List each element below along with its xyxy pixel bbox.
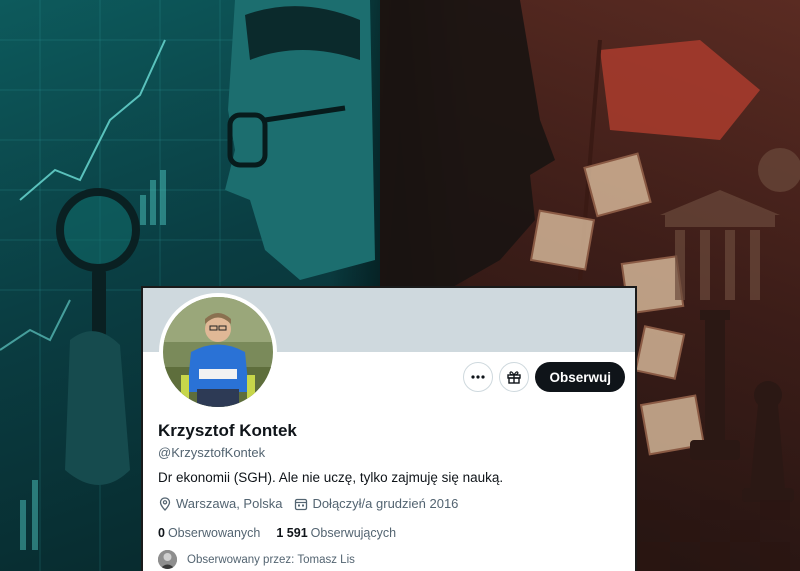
followers-stat[interactable]: 1 591 Obserwujących	[276, 526, 396, 540]
profile-meta: Warszawa, Polska Dołączył/a grudzień 201…	[158, 496, 458, 511]
profile-name: Krzysztof Kontek	[158, 421, 297, 440]
following-count: 0	[158, 526, 165, 540]
profile-handle: @KrzysztofKontek	[158, 445, 266, 460]
calendar-icon	[295, 498, 308, 510]
joined-text: Dołączył/a grudzień 2016	[312, 496, 459, 511]
follower-avatar	[158, 550, 177, 569]
more-options-button[interactable]	[463, 362, 494, 392]
following-label: Obserwowanych	[167, 526, 261, 540]
subscribe-button[interactable]	[499, 362, 530, 392]
profile-avatar[interactable]	[159, 293, 277, 411]
profile-bio: Dr ekonomii (SGH). Ale nie uczę, tylko z…	[158, 470, 504, 485]
followers-label: Obserwujących	[310, 526, 397, 540]
avatar-photo	[163, 297, 273, 407]
followed-by-row[interactable]: Obserwowany przez: Tomasz Lis	[158, 550, 355, 569]
location-text: Warszawa, Polska	[176, 496, 283, 511]
gift-icon	[507, 371, 522, 384]
joined-item: Dołączył/a grudzień 2016	[294, 496, 458, 511]
location-pin-icon	[159, 496, 171, 511]
followers-count: 1 591	[276, 526, 308, 540]
followed-by-text: Obserwowany przez: Tomasz Lis	[187, 553, 355, 566]
location-item: Warszawa, Polska	[158, 496, 282, 511]
profile-actions: Obserwuj	[463, 362, 625, 392]
more-icon	[471, 375, 486, 379]
profile-card: Obserwuj Krzysztof Kontek @KrzysztofKont…	[141, 286, 637, 571]
profile-stats: 0 Obserwowanych 1 591 Obserwujących	[158, 526, 396, 540]
follow-button[interactable]: Obserwuj	[535, 362, 625, 392]
following-stat[interactable]: 0 Obserwowanych	[158, 526, 260, 540]
